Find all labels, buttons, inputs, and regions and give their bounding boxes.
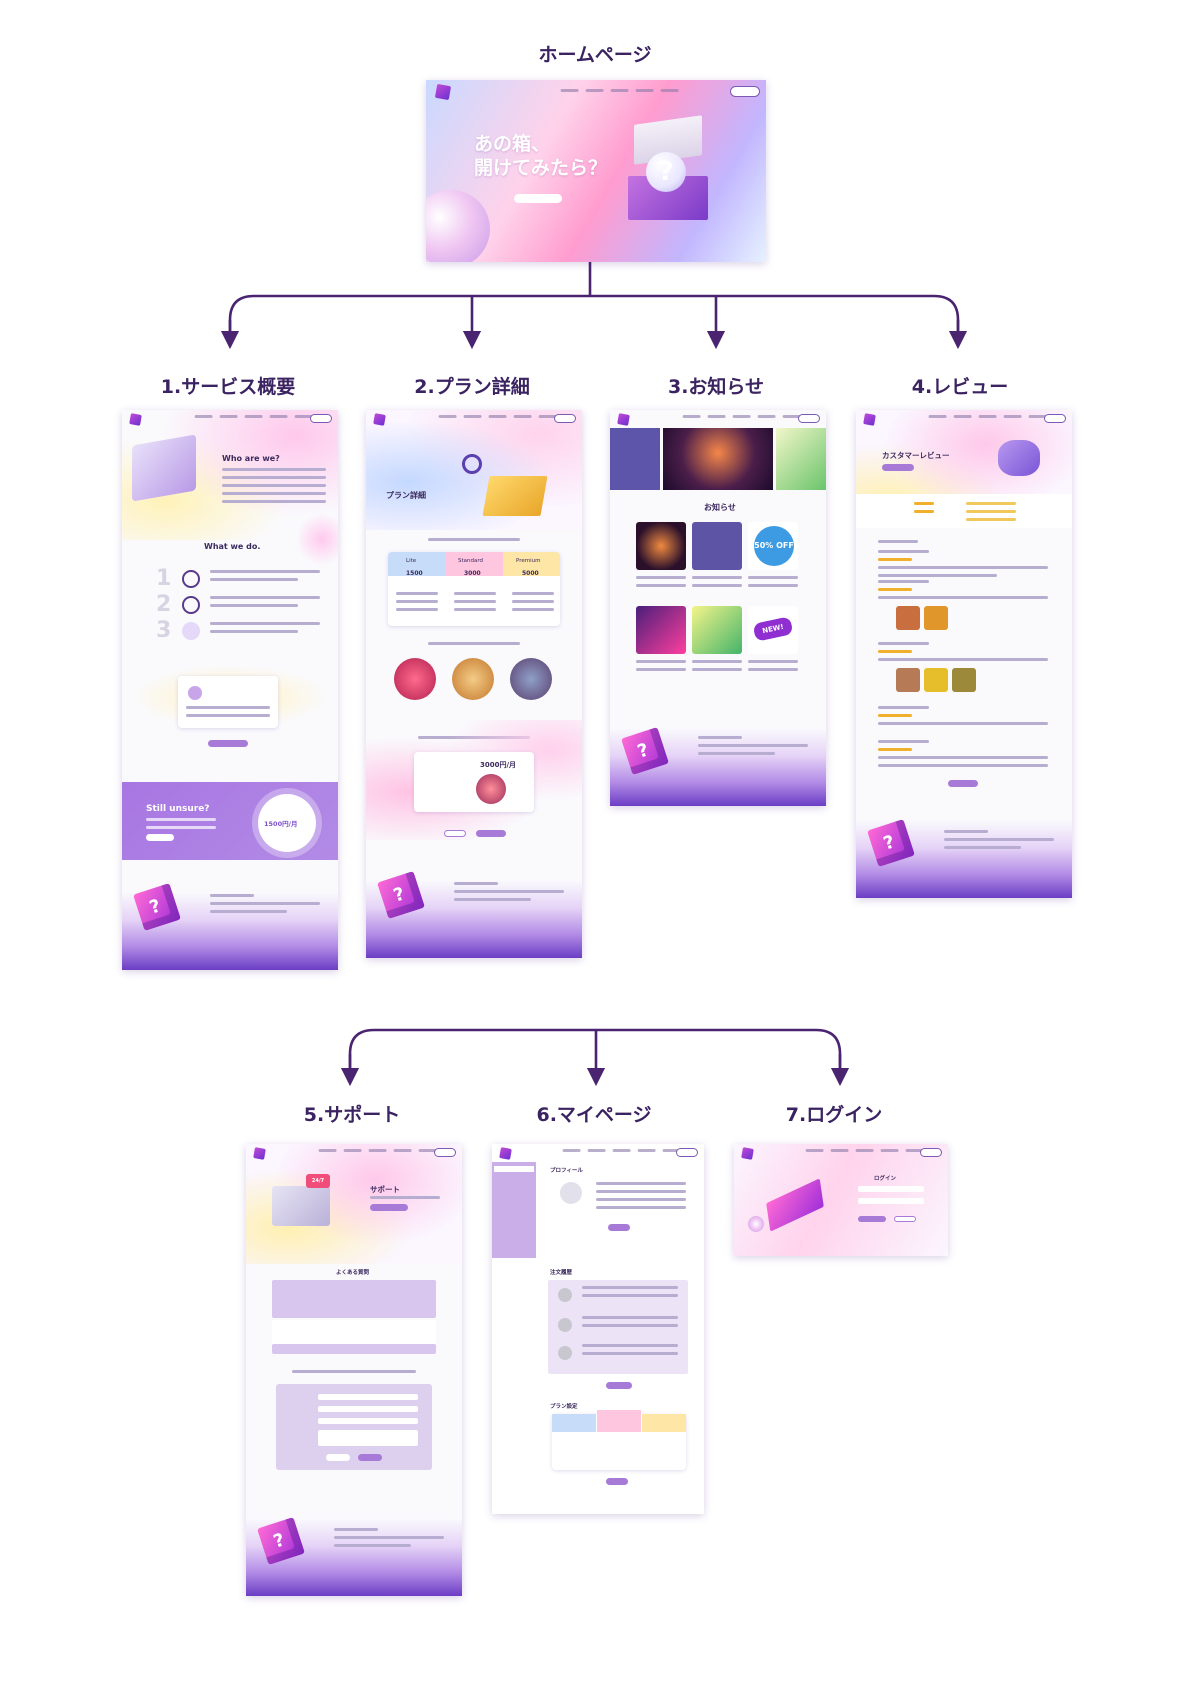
news-thumb-sale2[interactable] — [692, 606, 742, 654]
review-heading: カスタマーレビュー — [882, 451, 950, 460]
review-card — [178, 676, 278, 728]
plan-price-standard: 3000 — [464, 570, 481, 577]
plan-table: Lite Standard Premium 1500 3000 5000 — [388, 552, 560, 626]
chat-bubble-icon — [998, 440, 1040, 476]
fashion-image — [510, 658, 552, 700]
password-field[interactable] — [858, 1198, 924, 1204]
selected-plan-card: 3000円/月 — [414, 752, 534, 812]
profile-heading: プロフィール — [550, 1168, 583, 1174]
logo-icon — [434, 83, 452, 101]
order-history-list — [548, 1280, 688, 1374]
node-title-service: 1.サービス概要 — [160, 376, 296, 398]
more-reviews-button[interactable] — [948, 780, 978, 787]
news-thumb-new[interactable]: NEW! — [748, 606, 798, 654]
login-page-thumbnail[interactable]: ログイン — [734, 1144, 948, 1256]
orders-heading: 注文履歴 — [550, 1270, 573, 1276]
node-title-review: 4.レビュー — [911, 376, 1009, 398]
logo-icon — [863, 413, 876, 426]
review-photo — [896, 606, 920, 630]
support-heading: サポート — [370, 1185, 400, 1194]
news-thumb-sale[interactable]: 50% OFF — [748, 522, 798, 570]
discount-badge: 50% OFF — [754, 526, 794, 566]
login-button[interactable] — [858, 1216, 886, 1222]
decor-sphere — [426, 190, 490, 262]
plan-page-thumbnail[interactable]: プラン詳細 Lite Standard Premium 1500 3000 50… — [366, 410, 582, 958]
news-thumb-10k[interactable] — [692, 522, 742, 570]
service-heading2: What we do. — [204, 542, 261, 551]
candy-image — [394, 658, 436, 700]
signup-button[interactable] — [894, 1216, 916, 1222]
magnifier-icon — [462, 454, 482, 474]
node-title-login: 7.ログイン — [785, 1104, 883, 1126]
login-heading: ログイン — [874, 1176, 897, 1182]
level1-bracket-line — [228, 294, 960, 340]
home-page-thumbnail[interactable]: あの箱、 開けてみたら？ ? — [426, 80, 766, 262]
news-carousel[interactable] — [610, 428, 826, 490]
plan-heading: プラン詳細 — [386, 491, 426, 500]
logo-icon — [253, 1147, 266, 1160]
laptop-image — [272, 1186, 330, 1226]
plan-name-premium: Premium — [516, 558, 541, 564]
service-page-thumbnail[interactable]: Who are we? What we do. 123 Still unsure… — [122, 410, 338, 970]
news-thumb-halloween[interactable] — [636, 522, 686, 570]
review-photo — [952, 668, 976, 692]
home-hero-line2: 開けてみたら？ — [474, 157, 608, 179]
review-page-thumbnail[interactable]: カスタマーレビュー — [856, 410, 1072, 898]
home-cta-button[interactable] — [514, 194, 562, 203]
snack-image — [452, 658, 494, 700]
plan-price-premium: 5000 — [522, 570, 539, 577]
mystery-box-image: ? — [628, 115, 708, 220]
confirm-button[interactable] — [476, 830, 506, 837]
search-icon — [182, 596, 200, 614]
plan-price-lite: 1500 — [406, 570, 423, 577]
plan-settings-table[interactable] — [552, 1410, 686, 1470]
news-heading: お知らせ — [704, 503, 736, 512]
support-page-thumbnail[interactable]: 24/7 サポート よくある質問 — [246, 1144, 462, 1596]
node-title-plan: 2.プラン詳細 — [414, 376, 530, 398]
new-badge: NEW! — [752, 616, 794, 642]
delivery-icon — [182, 622, 200, 640]
mypage-sidebar[interactable] — [492, 1162, 536, 1258]
mystery-box-image — [766, 1178, 824, 1232]
cta-banner: Still unsure? 1500円/月 — [122, 782, 338, 860]
review-photo — [924, 606, 948, 630]
root-title: ホームページ — [538, 44, 652, 66]
more-button[interactable] — [208, 740, 248, 747]
illustration-image — [132, 434, 196, 502]
gift-box-image — [482, 476, 548, 516]
logo-icon — [129, 413, 142, 426]
cta-price: 1500円/月 — [264, 820, 298, 828]
plan-settings-heading: プラン設定 — [550, 1404, 578, 1410]
email-field[interactable] — [858, 1186, 924, 1192]
faq-accordion[interactable] — [272, 1280, 436, 1318]
contact-form[interactable] — [276, 1384, 432, 1470]
faq-heading: よくある質問 — [336, 1270, 370, 1276]
logo-icon — [741, 1147, 754, 1160]
question-icon: ? — [646, 152, 686, 192]
plan-name-standard: Standard — [458, 558, 484, 564]
review-photo — [924, 668, 948, 692]
logo-icon — [373, 413, 386, 426]
logo-icon — [499, 1147, 512, 1160]
avatar[interactable] — [560, 1182, 582, 1204]
news-thumb-thankyou[interactable] — [636, 606, 686, 654]
bicycle-icon — [182, 570, 200, 588]
back-button[interactable] — [444, 830, 466, 837]
node-title-mypage: 6.マイページ — [536, 1104, 652, 1126]
node-title-news: 3.お知らせ — [667, 376, 765, 398]
service-heading1: Who are we? — [222, 454, 280, 463]
logo-icon — [617, 413, 630, 426]
mypage-thumbnail[interactable]: プロフィール 注文履歴 プラン設定 — [492, 1144, 704, 1514]
node-title-support: 5.サポート — [303, 1104, 401, 1126]
review-photo — [896, 668, 920, 692]
home-hero-line1: あの箱、 — [474, 133, 551, 155]
news-page-thumbnail[interactable]: お知らせ 50% OFF NEW! — [610, 410, 826, 806]
cta-banner-title: Still unsure? — [146, 804, 210, 814]
selected-plan-price: 3000円/月 — [480, 761, 517, 769]
plan-name-lite: Lite — [406, 558, 417, 564]
